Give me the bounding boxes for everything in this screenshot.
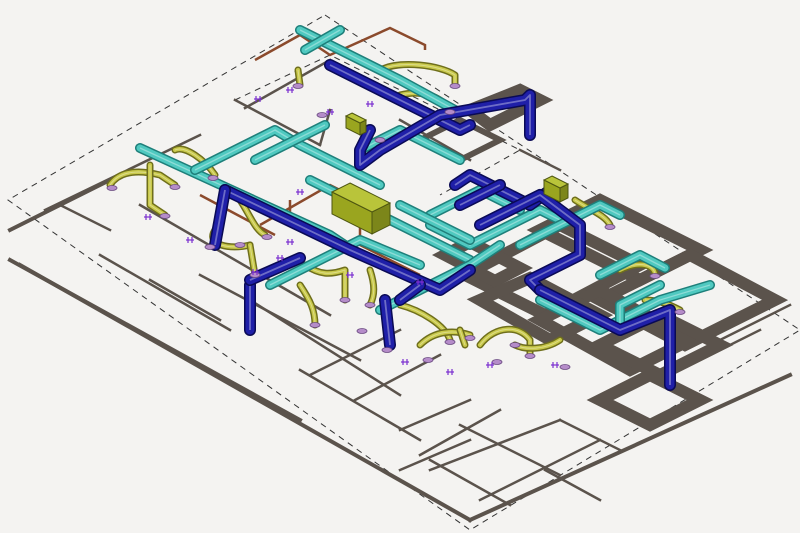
diffuser <box>309 322 321 328</box>
wall-segment <box>428 458 512 507</box>
wall-segment <box>398 438 472 472</box>
wall-segment <box>243 58 332 110</box>
diffuser <box>604 224 616 230</box>
diffuser <box>491 359 503 365</box>
wall-segment <box>467 372 793 523</box>
diffuser <box>316 112 328 118</box>
diffuser <box>169 184 181 190</box>
diffuser <box>674 309 686 315</box>
diffuser <box>444 339 456 345</box>
diffuser <box>356 328 368 334</box>
wall-segment <box>58 203 112 232</box>
diffuser <box>339 297 351 303</box>
wall-segment <box>198 273 362 362</box>
diffuser <box>249 272 261 278</box>
diffuser <box>422 357 434 363</box>
diffuser <box>234 242 246 248</box>
diffuser <box>444 109 456 115</box>
diffuser <box>364 302 376 308</box>
diffuser <box>559 364 571 370</box>
diffuser <box>159 213 171 219</box>
wall-segment <box>518 148 562 172</box>
wall-segment <box>7 172 123 233</box>
diffuser <box>449 83 461 89</box>
wall-segment <box>148 278 222 322</box>
diffuser <box>207 175 219 181</box>
ductwork-diagram <box>7 14 800 531</box>
diffuser <box>524 353 536 359</box>
diffuser <box>464 335 476 341</box>
diffuser <box>509 342 521 348</box>
diffuser <box>292 83 304 89</box>
diffuser <box>374 137 386 143</box>
diffuser <box>381 347 393 353</box>
hvac-isometric-view <box>0 0 800 533</box>
diffuser <box>649 273 661 279</box>
diffuser <box>261 234 273 240</box>
diffuser <box>204 244 216 250</box>
wall-segment <box>428 418 562 472</box>
diffuser <box>106 185 118 191</box>
